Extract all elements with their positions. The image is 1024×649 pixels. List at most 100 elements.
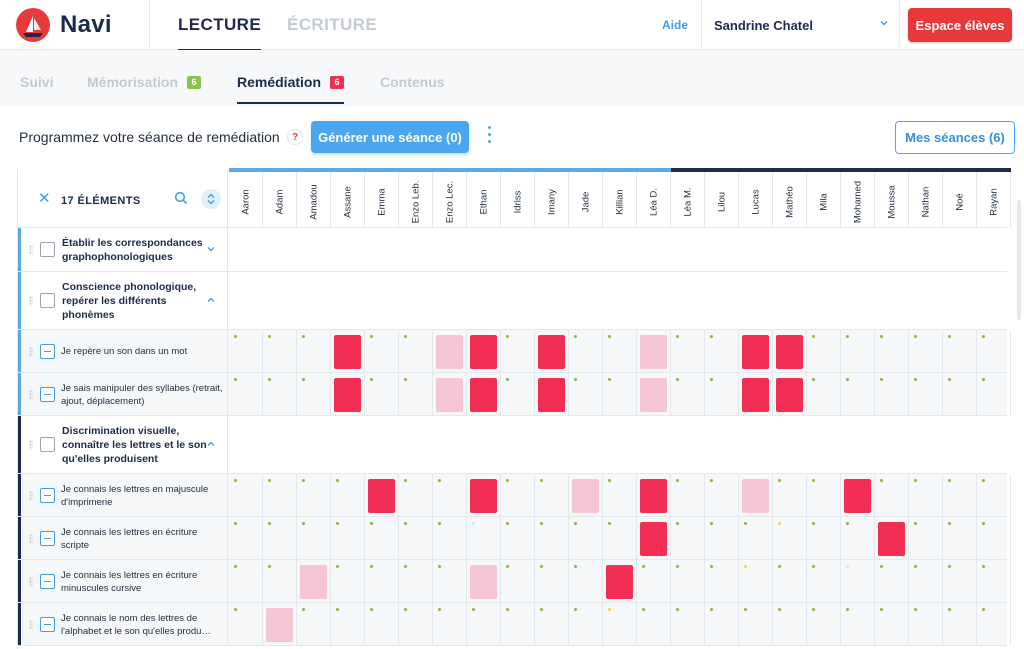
grid-cell[interactable]: [229, 517, 263, 559]
grid-cell[interactable]: [637, 474, 671, 516]
more-options-icon[interactable]: [485, 126, 493, 148]
grid-cell[interactable]: [909, 373, 943, 415]
close-icon[interactable]: ✕: [38, 191, 51, 206]
grid-cell[interactable]: [909, 517, 943, 559]
grid-cell[interactable]: [433, 474, 467, 516]
skill-row[interactable]: Je connais les lettres en écriture scrip…: [18, 517, 1011, 560]
student-column-header[interactable]: Nathan: [909, 172, 943, 228]
student-column-header[interactable]: Adam: [263, 172, 297, 228]
grid-cell[interactable]: [501, 373, 535, 415]
grid-cell[interactable]: [943, 517, 977, 559]
grid-cell[interactable]: [739, 517, 773, 559]
grid-cell[interactable]: [569, 603, 603, 645]
grid-cell[interactable]: [875, 330, 909, 372]
row-checkbox[interactable]: [40, 530, 55, 546]
grid-cell[interactable]: [603, 474, 637, 516]
grid-cell[interactable]: [535, 373, 569, 415]
grid-cell[interactable]: [705, 603, 739, 645]
grid-cell[interactable]: [501, 560, 535, 602]
student-column-header[interactable]: Jade: [569, 172, 603, 228]
grid-cell[interactable]: [739, 560, 773, 602]
student-column-header[interactable]: Ethan: [467, 172, 501, 228]
student-column-header[interactable]: Killian: [603, 172, 637, 228]
grid-cell[interactable]: [501, 474, 535, 516]
grid-cell[interactable]: [263, 474, 297, 516]
grid-cell[interactable]: [807, 517, 841, 559]
grid-cell[interactable]: [875, 560, 909, 602]
grid-cell[interactable]: [671, 373, 705, 415]
grid-cell[interactable]: [943, 330, 977, 372]
grid-cell[interactable]: [297, 603, 331, 645]
grid-cell[interactable]: [773, 330, 807, 372]
grid-cell[interactable]: [569, 330, 603, 372]
grid-cell[interactable]: [297, 373, 331, 415]
grid-cell[interactable]: [773, 560, 807, 602]
grid-cell[interactable]: [433, 373, 467, 415]
student-column-header[interactable]: Enzo Lec.: [433, 172, 467, 228]
grid-cell[interactable]: [467, 373, 501, 415]
grid-cell[interactable]: [773, 373, 807, 415]
grid-cell[interactable]: [705, 517, 739, 559]
domain-row[interactable]: Établir les correspondances graphophonol…: [18, 228, 1007, 272]
row-checkbox[interactable]: [40, 616, 55, 632]
grid-cell[interactable]: [603, 603, 637, 645]
tab-remediation[interactable]: Remédiation 6: [237, 74, 345, 104]
drag-handle-icon[interactable]: [29, 389, 33, 400]
domain-row[interactable]: Discrimination visuelle, connaître les l…: [18, 416, 1007, 474]
grid-cell[interactable]: [467, 330, 501, 372]
grid-cell[interactable]: [501, 517, 535, 559]
student-column-header[interactable]: Mohamed: [841, 172, 875, 228]
grid-cell[interactable]: [263, 517, 297, 559]
tab-ecriture[interactable]: ÉCRITURE: [287, 0, 377, 50]
grid-cell[interactable]: [467, 474, 501, 516]
student-column-header[interactable]: Moussa: [875, 172, 909, 228]
grid-cell[interactable]: [739, 603, 773, 645]
grid-cell[interactable]: [603, 517, 637, 559]
grid-cell[interactable]: [977, 373, 1011, 415]
drag-handle-icon[interactable]: [29, 440, 33, 450]
grid-cell[interactable]: [297, 560, 331, 602]
grid-cell[interactable]: [365, 373, 399, 415]
grid-cell[interactable]: [909, 330, 943, 372]
user-selector[interactable]: Sandrine Chatel: [701, 0, 900, 50]
search-icon[interactable]: [174, 191, 188, 205]
grid-cell[interactable]: [807, 330, 841, 372]
grid-cell[interactable]: [671, 330, 705, 372]
grid-cell[interactable]: [807, 373, 841, 415]
grid-cell[interactable]: [297, 517, 331, 559]
grid-cell[interactable]: [671, 474, 705, 516]
student-column-header[interactable]: Mila: [807, 172, 841, 228]
student-column-header[interactable]: Lilou: [705, 172, 739, 228]
grid-cell[interactable]: [841, 517, 875, 559]
row-checkbox[interactable]: [40, 343, 55, 359]
help-link[interactable]: Aide: [662, 18, 688, 32]
tab-lecture[interactable]: LECTURE: [178, 0, 262, 51]
grid-cell[interactable]: [977, 474, 1011, 516]
grid-cell[interactable]: [773, 603, 807, 645]
grid-cell[interactable]: [977, 517, 1011, 559]
drag-handle-icon[interactable]: [29, 533, 33, 544]
grid-cell[interactable]: [365, 560, 399, 602]
grid-cell[interactable]: [943, 603, 977, 645]
grid-cell[interactable]: [637, 517, 671, 559]
grid-cell[interactable]: [501, 330, 535, 372]
row-checkbox[interactable]: [40, 437, 55, 452]
grid-cell[interactable]: [909, 474, 943, 516]
student-column-header[interactable]: Rayan: [977, 172, 1011, 228]
grid-cell[interactable]: [229, 603, 263, 645]
student-column-header[interactable]: Lucas: [739, 172, 773, 228]
grid-cell[interactable]: [705, 373, 739, 415]
tab-suivi[interactable]: Suivi: [20, 74, 53, 90]
grid-cell[interactable]: [705, 330, 739, 372]
grid-cell[interactable]: [263, 373, 297, 415]
row-checkbox[interactable]: [40, 242, 55, 257]
generate-session-button[interactable]: Générer une séance (0): [311, 121, 469, 153]
row-checkbox[interactable]: [40, 573, 55, 589]
grid-cell[interactable]: [263, 603, 297, 645]
student-column-header[interactable]: Assane: [331, 172, 365, 228]
grid-cell[interactable]: [705, 474, 739, 516]
grid-cell[interactable]: [229, 474, 263, 516]
grid-cell[interactable]: [331, 560, 365, 602]
grid-cell[interactable]: [467, 560, 501, 602]
grid-cell[interactable]: [875, 517, 909, 559]
